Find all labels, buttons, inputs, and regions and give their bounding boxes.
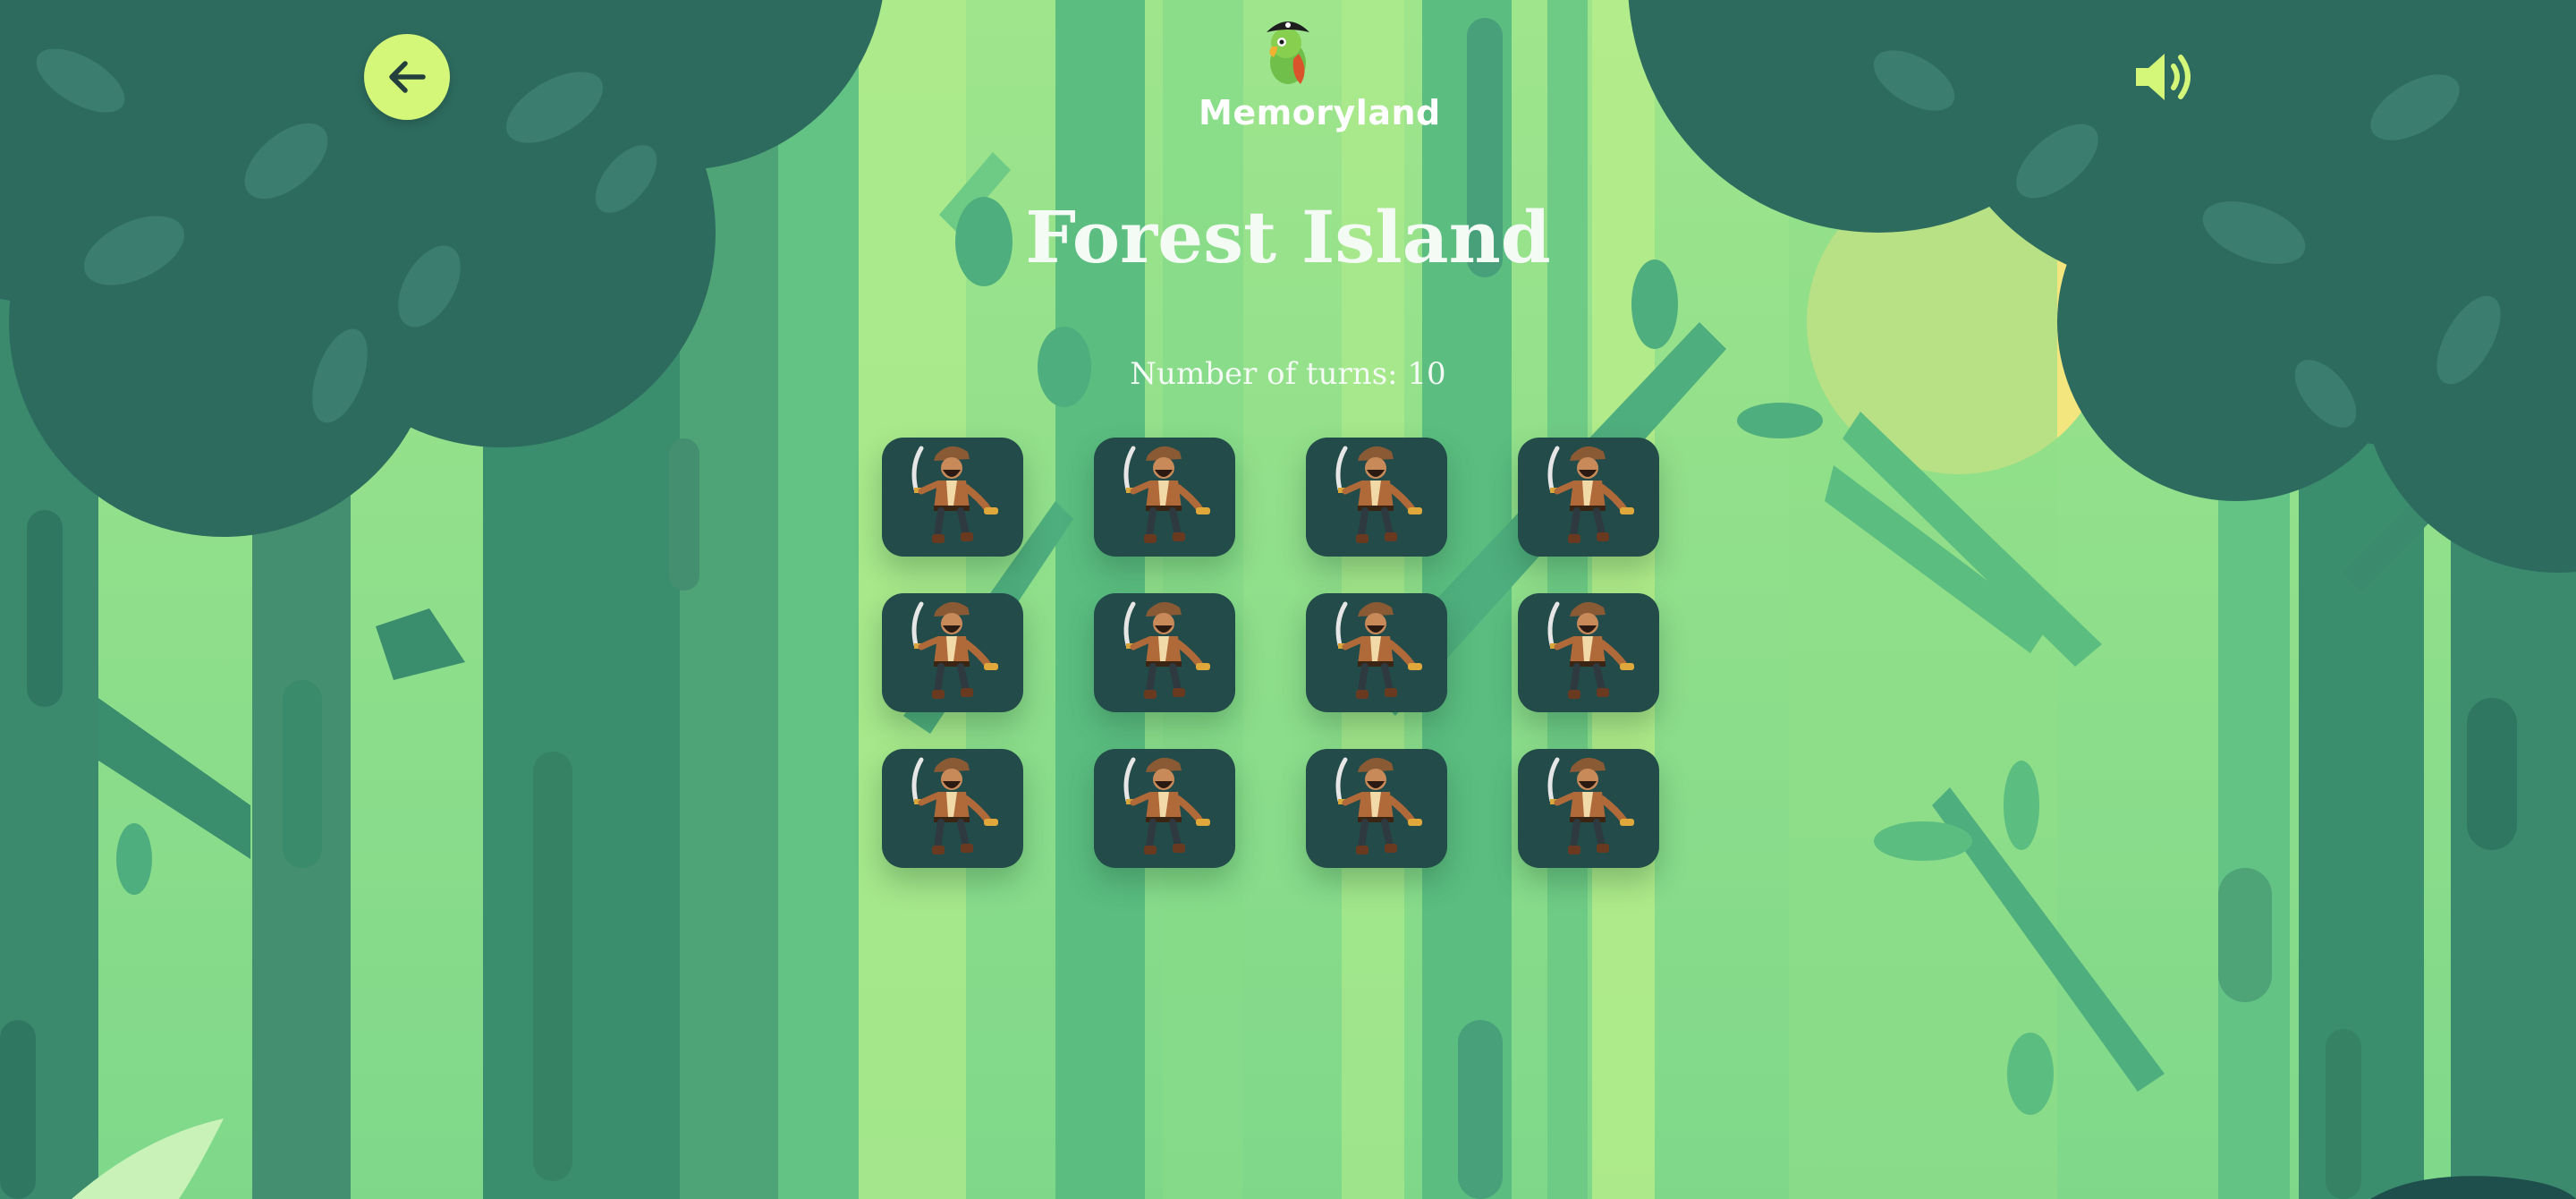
parrot-pirate-icon	[1267, 21, 1309, 84]
arrow-left-icon	[389, 61, 426, 93]
memory-card-grid	[882, 438, 1660, 868]
turns-counter: Number of turns: 10	[1130, 356, 1446, 392]
speaker-volume-icon	[2136, 54, 2190, 100]
app-name: Memoryland	[1199, 93, 1441, 132]
pirate-icon	[1335, 601, 1422, 699]
memory-card[interactable]	[882, 593, 1023, 712]
memory-card[interactable]	[882, 749, 1023, 868]
pirate-icon	[911, 446, 998, 543]
pirate-icon	[911, 601, 998, 699]
memory-card[interactable]	[1094, 438, 1235, 557]
pirate-icon	[1123, 446, 1210, 543]
back-button[interactable]	[364, 34, 450, 120]
pirate-icon	[1547, 757, 1634, 855]
pirate-icon	[1123, 757, 1210, 855]
pirate-icon	[911, 757, 998, 855]
pirate-icon	[1335, 446, 1422, 543]
memory-card[interactable]	[1306, 593, 1447, 712]
app-logo: Memoryland	[1199, 7, 1441, 150]
memory-card[interactable]	[882, 438, 1023, 557]
pirate-icon	[1123, 601, 1210, 699]
sound-toggle-button[interactable]	[2125, 39, 2200, 115]
memory-card[interactable]	[1518, 593, 1659, 712]
level-title: Forest Island	[1025, 195, 1551, 279]
pirate-icon	[1547, 601, 1634, 699]
memory-card[interactable]	[1306, 749, 1447, 868]
memory-card[interactable]	[1094, 593, 1235, 712]
memory-card[interactable]	[1306, 438, 1447, 557]
memory-card[interactable]	[1094, 749, 1235, 868]
pirate-icon	[1547, 446, 1634, 543]
memory-card[interactable]	[1518, 749, 1659, 868]
pirate-icon	[1335, 757, 1422, 855]
memory-card[interactable]	[1518, 438, 1659, 557]
